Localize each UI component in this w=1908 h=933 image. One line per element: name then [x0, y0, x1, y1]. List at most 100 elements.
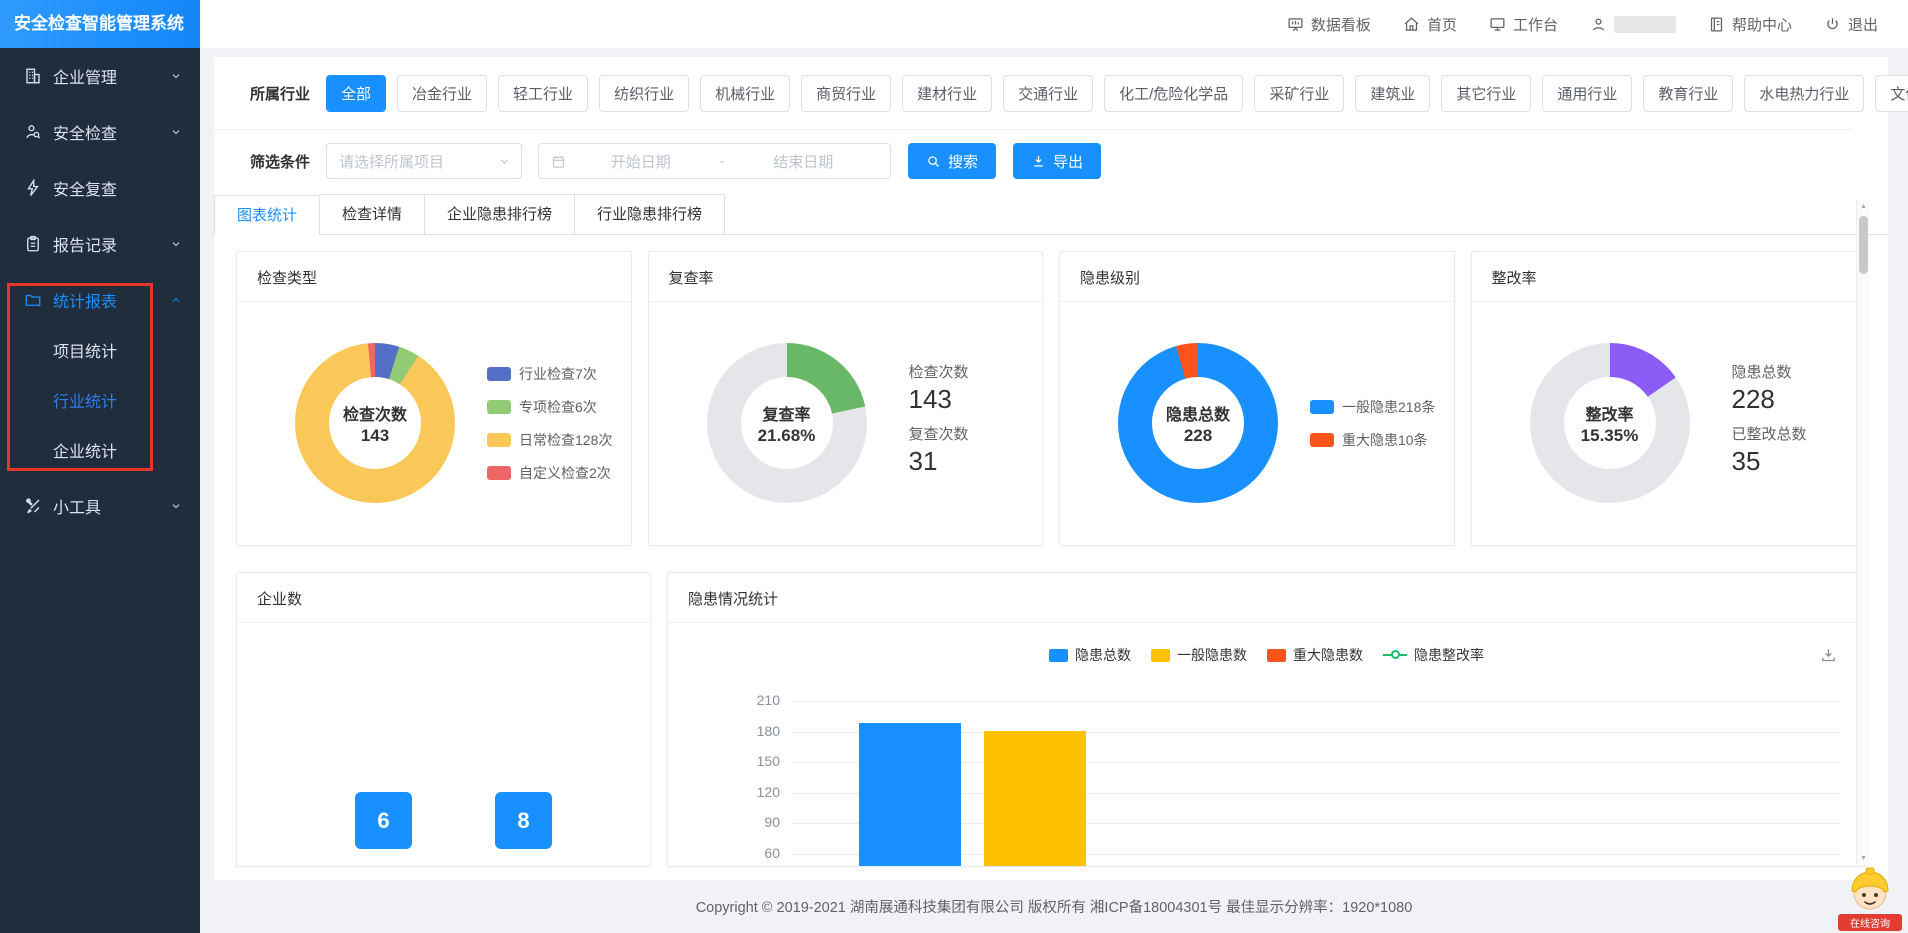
- condition-filter-label: 筛选条件: [250, 151, 310, 172]
- company-count-block: 8: [495, 792, 552, 849]
- tab-industry-danger-ranking[interactable]: 行业隐患排行榜: [575, 194, 725, 234]
- stat-label: 检查次数: [909, 361, 969, 382]
- legend-swatch: [1310, 433, 1334, 447]
- industry-button[interactable]: 化工/危险化学品: [1104, 75, 1243, 112]
- legend-label: 日常检查128次: [519, 430, 612, 450]
- card-danger-level: 隐患级别 隐患总数 228 一般隐患218条 重大隐患10条: [1059, 251, 1455, 546]
- check-type-legend: 行业检查7次 专项检查6次 日常检查128次 自定义检查2次: [487, 364, 612, 483]
- scrollbar-up-arrow[interactable]: ▲: [1857, 200, 1870, 214]
- donut-center: 检查次数 143: [329, 377, 421, 469]
- industry-button[interactable]: 商贸行业: [801, 75, 891, 112]
- legend-item: 一般隐患218条: [1310, 397, 1435, 417]
- tab-inspection-details[interactable]: 检查详情: [320, 194, 425, 234]
- scrollbar-down-arrow[interactable]: ▼: [1857, 852, 1870, 866]
- chevron-down-icon: [498, 155, 511, 168]
- main-content: 所属行业 全部 冶金行业 轻工行业 纺织行业 机械行业 商贸行业 建材行业 交通…: [200, 48, 1908, 880]
- review-rate-stats: 检查次数 143 复查次数 31: [909, 361, 969, 485]
- stat-value: 228: [1732, 384, 1807, 415]
- save-chart-image-icon[interactable]: [1820, 647, 1837, 669]
- industry-button[interactable]: 其它行业: [1441, 75, 1531, 112]
- legend-swatch: [487, 433, 511, 447]
- vertical-scrollbar[interactable]: ▲ ▼: [1856, 200, 1869, 866]
- industry-button-all[interactable]: 全部: [326, 75, 386, 112]
- industry-button[interactable]: 水电热力行业: [1744, 75, 1864, 112]
- sidebar-item-statistics-reports[interactable]: 统计报表: [0, 272, 200, 328]
- legend-swatch: [487, 466, 511, 480]
- legend-item: 自定义检查2次: [487, 463, 612, 483]
- sidebar-item-enterprise-mgmt[interactable]: 企业管理: [0, 48, 200, 104]
- topbar: 数据看板 首页 工作台 帮助中心 退出: [200, 0, 1908, 48]
- tab-chart-statistics[interactable]: 图表统计: [214, 195, 320, 235]
- industry-button[interactable]: 轻工行业: [498, 75, 588, 112]
- legend-item[interactable]: 一般隐患数: [1151, 645, 1247, 665]
- industry-button[interactable]: 机械行业: [700, 75, 790, 112]
- industry-button[interactable]: 教育行业: [1643, 75, 1733, 112]
- project-select-placeholder: 请选择所属项目: [339, 151, 498, 172]
- sidebar-subitem-industry-stats[interactable]: 行业统计: [0, 378, 200, 428]
- nav-data-dashboard[interactable]: 数据看板: [1287, 14, 1371, 35]
- sidebar-item-label: 报告记录: [53, 232, 170, 256]
- danger-level-donut-chart: 隐患总数 228: [1118, 343, 1278, 503]
- y-axis-tick-label: 180: [728, 723, 780, 739]
- footer: Copyright © 2019-2021 湖南展通科技集团有限公司 版权所有 …: [200, 880, 1908, 933]
- condition-filter-row: 筛选条件 请选择所属项目 开始日期 - 结束日期 搜索 导出: [250, 143, 1888, 179]
- stat-value: 143: [909, 384, 969, 415]
- username-redacted: [1614, 16, 1676, 33]
- sidebar-item-report-records[interactable]: 报告记录: [0, 216, 200, 272]
- online-service-widget[interactable]: 在线咨询: [1838, 865, 1902, 931]
- industry-button[interactable]: 采矿行业: [1254, 75, 1344, 112]
- nav-help-center[interactable]: 帮助中心: [1708, 14, 1792, 35]
- nav-user[interactable]: [1590, 16, 1676, 33]
- card-rectify-rate: 整改率 整改率 15.35% 隐患总数 228 已整改总数 35: [1471, 251, 1867, 546]
- nav-label: 退出: [1848, 14, 1878, 35]
- bar-chart-legend: 隐患总数 一般隐患数 重大隐患数 隐患整改率: [668, 645, 1865, 665]
- nav-workbench[interactable]: 工作台: [1489, 14, 1558, 35]
- industry-button[interactable]: 通用行业: [1542, 75, 1632, 112]
- tab-enterprise-danger-ranking[interactable]: 企业隐患排行榜: [425, 194, 575, 234]
- folder-icon: [24, 291, 42, 309]
- scrollbar-thumb[interactable]: [1859, 216, 1868, 274]
- app-root: 安全检查智能管理系统 企业管理 安全检查 安全复查 报告记录 统计报表 项目统计…: [0, 0, 1908, 933]
- sidebar-item-label: 小工具: [53, 494, 170, 518]
- legend-item[interactable]: 隐患整改率: [1383, 645, 1484, 665]
- legend-item: 专项检查6次: [487, 397, 612, 417]
- sidebar-item-tools[interactable]: 小工具: [0, 478, 200, 534]
- y-axis-tick-label: 150: [728, 753, 780, 769]
- donut-cards-row: 检查类型 检查次数 143 行业检查7次 专项检查6次 日常检查128次: [236, 251, 1866, 546]
- donut-center: 整改率 15.35%: [1564, 377, 1656, 469]
- industry-button[interactable]: 交通行业: [1003, 75, 1093, 112]
- export-button[interactable]: 导出: [1013, 143, 1101, 179]
- sidebar-item-safety-review[interactable]: 安全复查: [0, 160, 200, 216]
- sidebar-subitem-enterprise-stats[interactable]: 企业统计: [0, 428, 200, 478]
- card-title: 隐患情况统计: [668, 573, 1865, 623]
- legend-swatch: [487, 367, 511, 381]
- industry-filter-label: 所属行业: [250, 83, 310, 104]
- y-axis-tick-label: 210: [728, 692, 780, 708]
- card-title: 隐患级别: [1060, 252, 1454, 302]
- industry-button[interactable]: 文体娱乐: [1875, 75, 1908, 112]
- industry-button[interactable]: 冶金行业: [397, 75, 487, 112]
- search-button[interactable]: 搜索: [908, 143, 996, 179]
- project-select[interactable]: 请选择所属项目: [326, 143, 522, 179]
- sidebar-item-safety-inspection[interactable]: 安全检查: [0, 104, 200, 160]
- legend-item[interactable]: 重大隐患数: [1267, 645, 1363, 665]
- industry-button[interactable]: 纺织行业: [599, 75, 689, 112]
- legend-label: 一般隐患数: [1177, 645, 1247, 665]
- date-range-picker[interactable]: 开始日期 - 结束日期: [538, 143, 891, 179]
- industry-filter-row: 所属行业 全部 冶金行业 轻工行业 纺织行业 机械行业 商贸行业 建材行业 交通…: [250, 75, 1888, 112]
- legend-label: 隐患整改率: [1414, 645, 1484, 665]
- legend-swatch: [487, 400, 511, 414]
- nav-logout[interactable]: 退出: [1824, 14, 1878, 35]
- legend-item[interactable]: 隐患总数: [1049, 645, 1131, 665]
- legend-swatch: [1267, 649, 1286, 662]
- legend-swatch: [1151, 649, 1170, 662]
- sidebar: 安全检查智能管理系统 企业管理 安全检查 安全复查 报告记录 统计报表 项目统计…: [0, 0, 200, 933]
- bottom-cards-row: 企业数 6 8 隐患情况统计 隐患总数 一般隐患数 重大隐患数 隐患整改率: [236, 572, 1866, 867]
- industry-button[interactable]: 建材行业: [902, 75, 992, 112]
- nav-home[interactable]: 首页: [1403, 14, 1457, 35]
- sidebar-subitem-project-stats[interactable]: 项目统计: [0, 328, 200, 378]
- lightning-icon: [24, 179, 42, 197]
- donut-center-value: 21.68%: [758, 426, 816, 446]
- industry-button[interactable]: 建筑业: [1355, 75, 1430, 112]
- legend-label: 重大隐患数: [1293, 645, 1363, 665]
